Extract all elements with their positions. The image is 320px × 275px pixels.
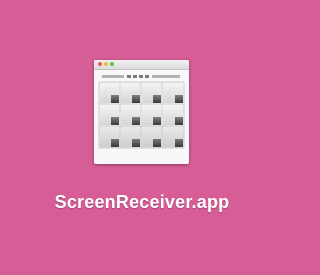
header-strip [102, 75, 180, 78]
minimize-dot-icon [104, 62, 108, 66]
close-dot-icon [98, 62, 102, 66]
grid-thumbnails-icon [98, 75, 185, 149]
screen-receiver-app-icon[interactable] [94, 60, 189, 164]
maximize-dot-icon [110, 62, 114, 66]
file-name-label[interactable]: ScreenReceiver.app [20, 190, 264, 215]
desktop: ScreenReceiver.app [0, 0, 284, 275]
desktop-file-item[interactable]: ScreenReceiver.app [0, 0, 284, 275]
window-titlebar [94, 60, 189, 70]
